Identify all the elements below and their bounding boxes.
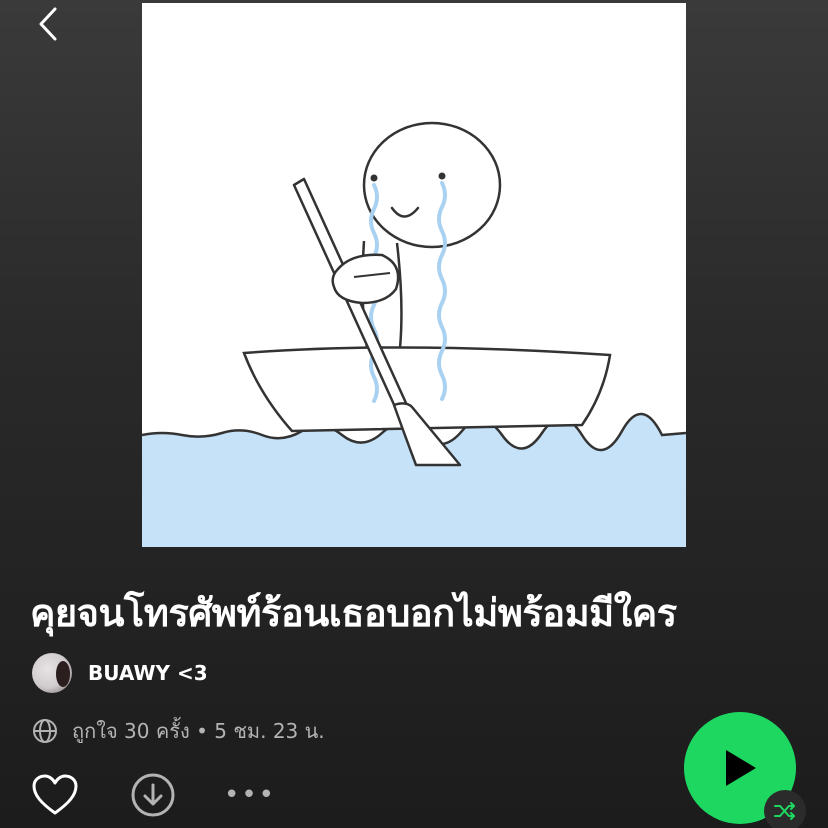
back-button[interactable]: [28, 4, 68, 44]
download-button[interactable]: [128, 770, 178, 820]
shuffle-icon: [774, 802, 795, 820]
playlist-cover-image: [142, 3, 686, 547]
meta-text: ถูกใจ 30 ครั้ง • 5 ชม. 23 น.: [72, 719, 325, 743]
owner-name[interactable]: BUAWY <3: [88, 661, 208, 685]
heart-icon: [32, 774, 78, 815]
chevron-left-icon: [39, 7, 57, 41]
playlist-meta: ถูกใจ 30 ครั้ง • 5 ชม. 23 น.: [32, 716, 325, 746]
avatar[interactable]: [32, 653, 72, 693]
playlist-title: คุยจนโทรศัพท์ร้อนเธอบอกไม่พร้อมมีใคร: [30, 591, 677, 635]
play-icon: [726, 750, 756, 786]
shuffle-button[interactable]: [764, 790, 806, 828]
action-bar: •••: [30, 770, 274, 820]
globe-icon: [33, 719, 57, 743]
like-button[interactable]: [30, 770, 80, 820]
download-icon: [131, 773, 175, 817]
more-options-button[interactable]: •••: [224, 770, 274, 820]
owner-row[interactable]: BUAWY <3: [32, 652, 208, 694]
